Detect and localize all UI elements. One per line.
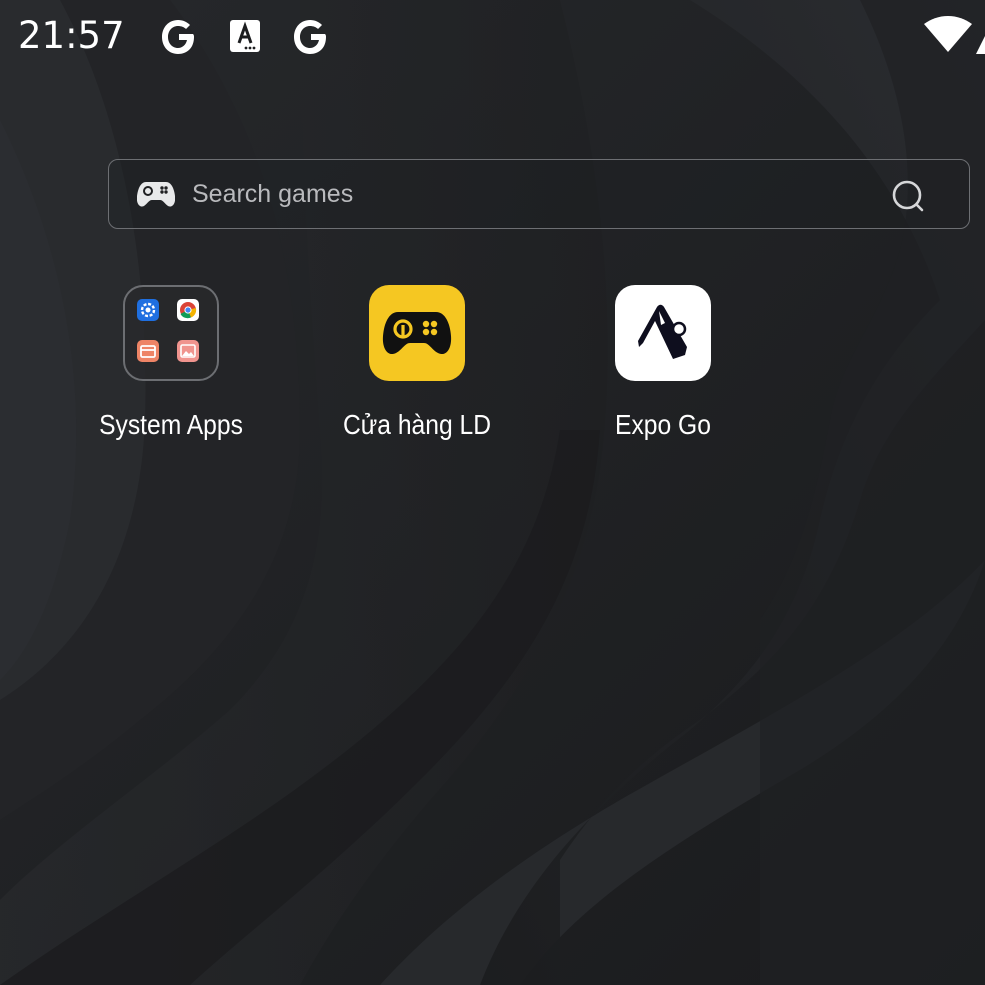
ld-gamepad-icon [382, 312, 452, 355]
home-screen: 21:57 Search games System Apps Cửa hàng … [0, 0, 985, 985]
wallpaper [0, 0, 985, 985]
search-icon[interactable] [891, 179, 925, 213]
app-ld-store[interactable]: Cửa hàng LD [317, 285, 517, 455]
status-time: 21:57 [18, 14, 125, 57]
expo-icon [638, 304, 687, 359]
wallet-icon [137, 340, 159, 362]
app-label: Expo Go [615, 409, 711, 440]
google-g-icon [162, 20, 194, 54]
app-label: Cửa hàng LD [342, 409, 492, 440]
search-games-bar[interactable]: Search games [108, 159, 970, 229]
wifi-icon [924, 16, 972, 52]
app-label: System Apps [99, 409, 243, 440]
gallery-icon [177, 340, 199, 362]
accessibility-a-icon [230, 20, 260, 52]
search-placeholder[interactable]: Search games [192, 180, 353, 209]
status-bar: 21:57 [0, 0, 985, 76]
chrome-icon [177, 299, 199, 321]
google-g-icon [294, 20, 326, 54]
ld-store-tile[interactable] [369, 285, 465, 381]
app-system-apps-folder[interactable]: System Apps [71, 285, 271, 455]
app-expo-go[interactable]: Expo Go [563, 285, 763, 455]
folder-tile[interactable] [123, 285, 219, 381]
settings-icon [137, 299, 159, 321]
signal-icon [976, 36, 985, 54]
expo-go-tile[interactable] [615, 285, 711, 381]
gamepad-icon [137, 182, 175, 207]
